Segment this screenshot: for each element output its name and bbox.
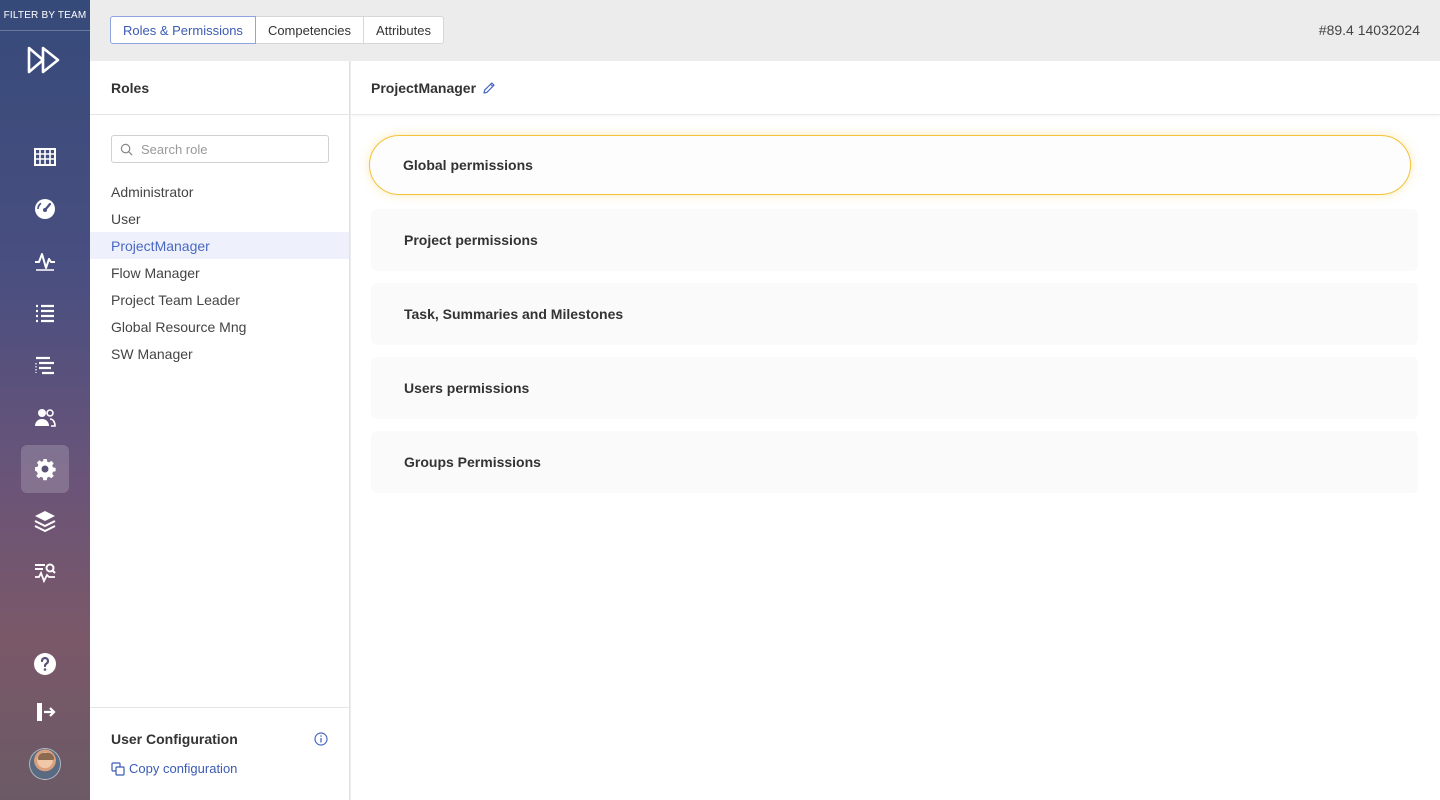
activity-pulse-icon[interactable] [21, 237, 69, 285]
list-icon[interactable] [21, 289, 69, 337]
calendar-grid-icon[interactable] [21, 133, 69, 181]
user-configuration-section: User Configuration Copy configuration [90, 707, 349, 800]
gantt-list-icon[interactable] [21, 341, 69, 389]
analytics-search-icon[interactable] [21, 549, 69, 597]
search-icon [120, 143, 133, 155]
role-item-global-resource-mng[interactable]: Global Resource Mng [90, 313, 349, 340]
role-item-flow-manager[interactable]: Flow Manager [90, 259, 349, 286]
logout-icon[interactable] [21, 688, 69, 736]
info-icon[interactable] [314, 732, 328, 746]
role-list: Administrator User ProjectManager Flow M… [90, 178, 349, 367]
filter-by-team-button[interactable]: FILTER BY TEAM [0, 0, 90, 31]
role-item-project-team-leader[interactable]: Project Team Leader [90, 286, 349, 313]
users-icon[interactable] [21, 393, 69, 441]
role-header: ProjectManager [351, 61, 1440, 115]
search-role-input[interactable] [139, 140, 319, 158]
gear-icon[interactable] [21, 445, 69, 493]
tab-attributes[interactable]: Attributes [363, 16, 444, 44]
section-global-permissions[interactable]: Global permissions [369, 135, 1411, 195]
roles-panel: Roles Administrator User ProjectManager … [90, 61, 350, 800]
copy-icon [111, 761, 125, 776]
help-icon[interactable] [21, 640, 69, 688]
tab-roles-permissions[interactable]: Roles & Permissions [110, 16, 256, 44]
copy-configuration-link[interactable]: Copy configuration [111, 761, 237, 776]
user-avatar[interactable] [29, 748, 61, 780]
section-users-permissions[interactable]: Users permissions [371, 357, 1418, 419]
search-role-box[interactable] [111, 135, 329, 163]
section-groups-permissions[interactable]: Groups Permissions [371, 431, 1418, 493]
copy-configuration-label: Copy configuration [129, 761, 238, 776]
role-item-user[interactable]: User [90, 205, 349, 232]
user-configuration-title: User Configuration [111, 731, 238, 747]
top-bar: Roles & Permissions Competencies Attribu… [90, 0, 1440, 61]
dashboard-gauge-icon[interactable] [21, 185, 69, 233]
section-tabs: Roles & Permissions Competencies Attribu… [110, 16, 444, 44]
role-item-sw-manager[interactable]: SW Manager [90, 340, 349, 367]
role-item-projectmanager[interactable]: ProjectManager [90, 232, 349, 259]
section-project-permissions[interactable]: Project permissions [371, 209, 1418, 271]
role-name-title: ProjectManager [371, 79, 477, 96]
pencil-icon[interactable] [482, 81, 496, 95]
section-task-summaries-milestones[interactable]: Task, Summaries and Milestones [371, 283, 1418, 345]
nav-rail: FILTER BY TEAM [0, 0, 90, 800]
roles-title: Roles [90, 61, 349, 115]
role-item-administrator[interactable]: Administrator [90, 178, 349, 205]
app-logo-icon[interactable] [27, 44, 63, 76]
tab-competencies[interactable]: Competencies [254, 16, 365, 44]
role-detail-panel: ProjectManager Global permissions Projec… [351, 61, 1440, 800]
layers-icon[interactable] [21, 497, 69, 545]
version-label: #89.4 14032024 [1318, 22, 1420, 38]
